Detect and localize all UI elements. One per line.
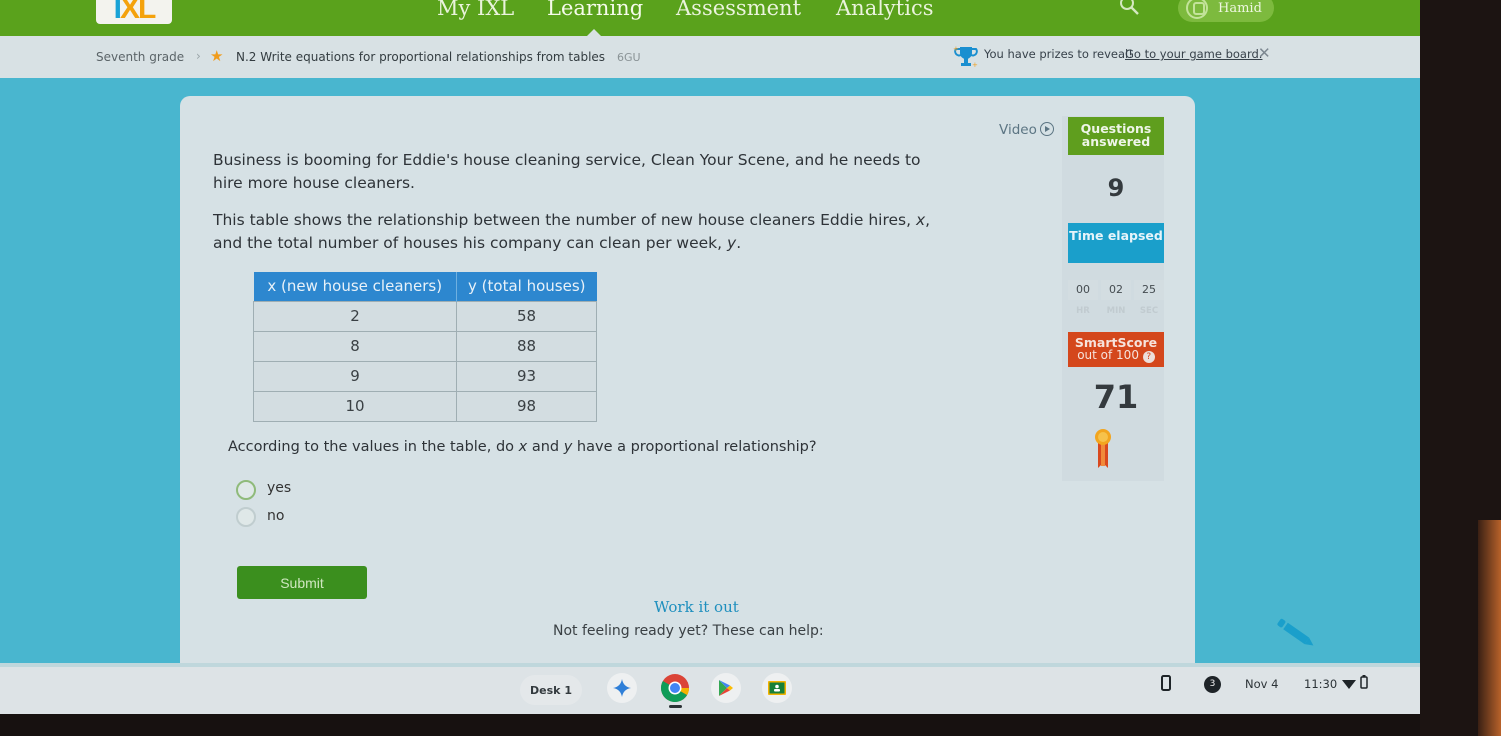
option-no-radio[interactable] [236,507,256,527]
notification-count[interactable]: 3 [1204,676,1221,693]
help-icon[interactable]: ? [1142,351,1155,363]
table-cell-x: 10 [253,390,457,422]
search-icon[interactable] [1118,0,1142,18]
timer-seconds: 25 [1134,280,1164,300]
table-cell-y: 98 [456,390,597,422]
table-cell-x: 2 [253,300,457,332]
table-cell-x: 8 [253,330,457,362]
breadcrumb-separator-icon: › [196,49,201,63]
close-icon[interactable]: ✕ [1258,44,1271,62]
work-it-out-heading: Work it out [654,598,739,616]
timer-minutes: 02 [1101,280,1131,300]
chrome-icon[interactable] [660,673,690,703]
smartscore-value: 71 [1093,378,1139,416]
breadcrumb-skill: N.2 Write equations for proportional rel… [236,50,606,64]
question-paragraph-1: Business is booming for Eddie's house cl… [213,151,921,192]
award-ribbon-icon [1095,429,1111,468]
prize-message: You have prizes to reveal! [984,47,1133,61]
timer-seconds-label: SEC [1139,306,1159,316]
submit-button[interactable]: Submit [237,566,367,599]
timer: 00 HR 02 MIN 25 SEC [1068,280,1164,316]
nav-assessment[interactable]: Assessment [676,0,801,20]
table-row: 10 98 [253,390,597,422]
timer-hours-label: HR [1076,306,1090,316]
breadcrumb-grade[interactable]: Seventh grade [96,50,184,64]
star-icon: ★ [210,47,224,65]
os-shelf: Desk 1 3 Nov 4 11:30 [0,663,1420,714]
tablet-mode-icon[interactable] [1161,675,1171,691]
table-cell-y: 93 [456,360,597,392]
option-no-label[interactable]: no [267,508,284,524]
table-cell-y: 58 [456,300,597,332]
question-paragraph-2: This table shows the relationship betwee… [213,211,931,252]
svg-text:+: + [953,45,959,53]
smartscore-sublabel: out of 100 [1077,348,1139,362]
battery-icon[interactable] [1360,675,1368,689]
play-circle-icon [1039,122,1054,136]
svg-text:+: + [972,61,978,68]
desk-button[interactable]: Desk 1 [520,675,582,705]
questions-answered-label: Questions answered [1068,117,1164,155]
table-cell-y: 88 [456,330,597,362]
classroom-icon[interactable] [762,673,792,703]
gemini-icon[interactable] [607,673,637,703]
chrome-active-indicator [669,705,682,708]
ixl-logo[interactable]: I XL [96,0,172,25]
screen: I XL My IXL Learning Assessment Analytics… [0,0,1420,714]
clock[interactable]: 11:30 [1304,677,1337,691]
xy-table: x (new house cleaners) y (total houses) … [253,272,597,422]
help-subtitle: Not feeling ready yet? These can help: [553,623,824,639]
pencil-icon[interactable] [1273,616,1321,652]
trophy-icon: + + [953,45,978,68]
table-header-x: x (new house cleaners) [253,272,457,301]
breadcrumb-bar: Seventh grade › ★ N.2 Write equations fo… [0,36,1420,78]
video-link[interactable]: Video [999,122,1054,138]
game-board-link[interactable]: Go to your game board. [1125,47,1262,61]
user-name: Hamid [1218,0,1262,16]
table-header-y: y (total houses) [456,272,597,301]
time-elapsed-label: Time elapsed [1068,223,1164,263]
nav-learning[interactable]: Learning [547,0,643,20]
play-store-icon[interactable] [711,673,741,703]
option-yes-radio[interactable] [236,480,256,500]
question-prompt: According to the values in the table, do… [228,439,817,455]
date[interactable]: Nov 4 [1245,677,1278,691]
timer-hours: 00 [1068,280,1098,300]
nav-my-ixl[interactable]: My IXL [437,0,514,20]
table-row: 8 88 [253,330,597,362]
table-row: 2 58 [253,300,597,332]
timer-minutes-label: MIN [1106,306,1126,316]
smartscore-header: SmartScore out of 100 ? [1068,332,1164,367]
nav-analytics[interactable]: Analytics [836,0,933,20]
table-cell-x: 9 [253,360,457,392]
user-menu[interactable]: Hamid [1178,0,1274,22]
option-yes-label[interactable]: yes [267,480,291,496]
top-navigation: I XL My IXL Learning Assessment Analytics… [0,0,1420,36]
skill-code: 6GU [617,51,641,64]
wifi-icon[interactable] [1342,679,1356,689]
user-avatar-icon [1186,0,1208,19]
questions-answered-count: 9 [1107,174,1125,202]
active-nav-caret [587,29,601,36]
question-card: Business is booming for Eddie's house cl… [180,96,1314,676]
screen-bezel-bottom [0,714,1420,736]
device-edge [1478,520,1501,736]
table-row: 9 93 [253,360,597,392]
